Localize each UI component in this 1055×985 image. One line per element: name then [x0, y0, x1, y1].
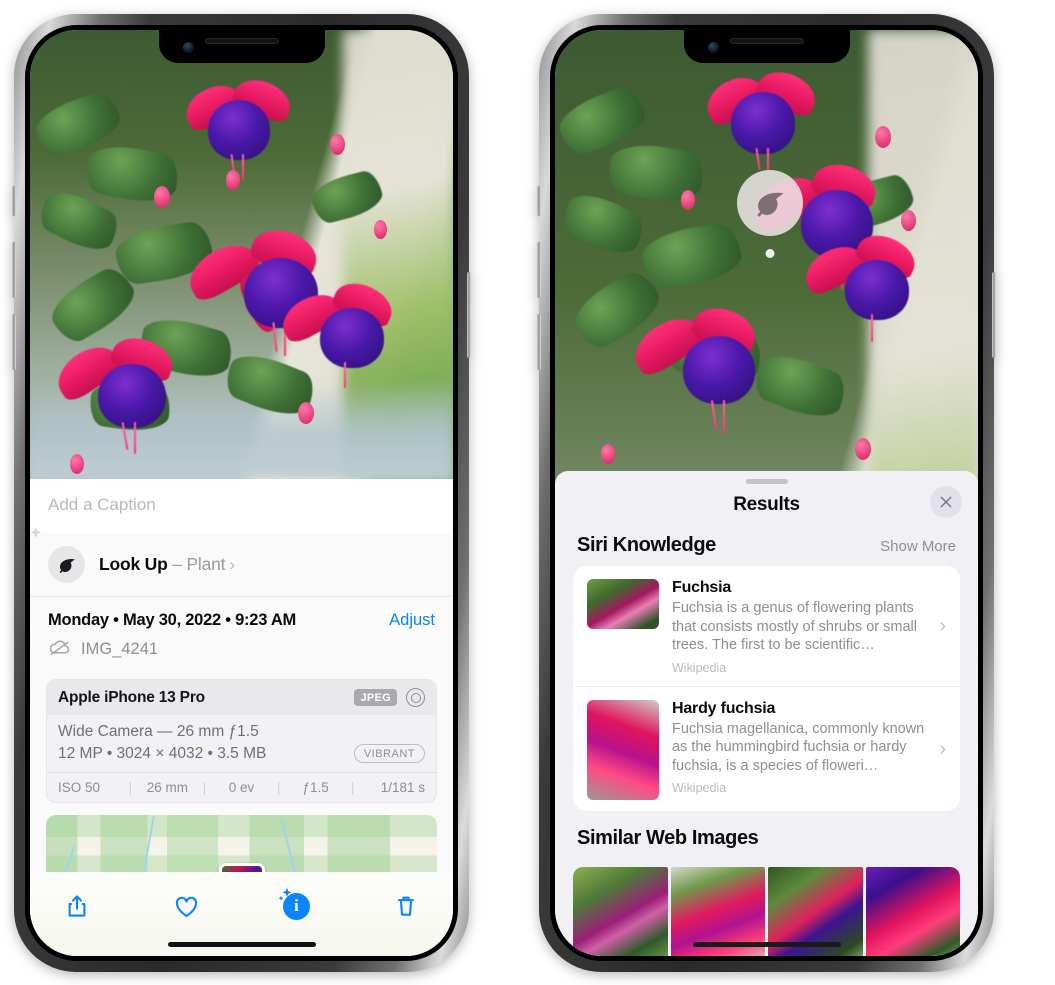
photographic-style-badge: VIBRANT — [353, 744, 425, 763]
front-camera — [182, 42, 194, 53]
iphone-left: Add a Caption Look Up – Plant › Monday •… — [12, 14, 471, 972]
knowledge-thumbnail — [587, 699, 659, 800]
phone-bezel-left: Add a Caption Look Up – Plant › Monday •… — [25, 25, 458, 961]
lens-icon — [406, 688, 425, 707]
caption-input[interactable]: Add a Caption — [30, 479, 453, 533]
exif-header: Apple iPhone 13 Pro JPEG — [47, 680, 436, 715]
knowledge-thumbnail — [587, 579, 659, 629]
web-image-1[interactable] — [573, 866, 668, 956]
exif-exposure: 0 ev — [228, 780, 255, 795]
volume-up-button[interactable] — [537, 242, 541, 298]
knowledge-title: Fuchsia — [672, 579, 732, 596]
look-up-label: Look Up – Plant › — [99, 554, 235, 575]
flower-3 — [625, 300, 781, 434]
earpiece-speaker — [204, 38, 279, 44]
flower-4 — [798, 227, 933, 342]
look-up-subject: Plant — [186, 554, 226, 574]
leaf-icon — [757, 192, 784, 217]
exif-shutter: 1/181 s — [380, 780, 426, 795]
earpiece-speaker — [729, 38, 804, 44]
exif-stats-row: ISO 50 | 26 mm | 0 ev | ƒ1.5 | 1/181 s — [47, 772, 436, 802]
chevron-right-icon: › — [939, 738, 946, 761]
siri-knowledge-card: Fuchsia Fuchsia is a genus of flowering … — [573, 566, 960, 811]
volume-down-button[interactable] — [12, 314, 16, 370]
delete-button[interactable] — [385, 886, 427, 926]
volume-up-button[interactable] — [12, 242, 16, 298]
favorite-button[interactable] — [166, 886, 208, 926]
phone-bezel-right: Results Siri Knowledge Show More Fuchsia… — [550, 25, 983, 961]
screen-right: Results Siri Knowledge Show More Fuchsia… — [555, 30, 978, 956]
results-header: Results — [555, 484, 978, 528]
volume-down-button[interactable] — [537, 314, 541, 370]
power-button[interactable] — [992, 272, 996, 358]
show-more-button[interactable]: Show More — [880, 538, 956, 555]
resolution-filesize: 12 MP • 3024 × 4032 • 3.5 MB — [58, 744, 267, 762]
adjust-button[interactable]: Adjust — [389, 611, 435, 630]
iphone-right: Results Siri Knowledge Show More Fuchsia… — [537, 14, 996, 972]
home-indicator[interactable] — [167, 942, 316, 947]
chevron-right-icon: › — [229, 555, 235, 574]
knowledge-source: Wikipedia — [672, 660, 727, 675]
photo-metadata: Monday • May 30, 2022 • 9:23 AM Adjust I… — [30, 597, 453, 669]
results-title: Results — [733, 494, 800, 515]
close-button[interactable] — [930, 486, 962, 518]
knowledge-source: Wikipedia — [672, 781, 727, 796]
flower-1 — [699, 64, 825, 174]
leaf-icon — [48, 546, 85, 583]
icloud-slash-icon — [48, 635, 71, 663]
notch-right — [683, 30, 850, 63]
results-sheet: Results Siri Knowledge Show More Fuchsia… — [555, 471, 978, 956]
web-image-4[interactable] — [865, 866, 960, 956]
sparkles-icon — [277, 887, 293, 903]
mute-switch[interactable] — [537, 186, 541, 216]
flower-1 — [179, 72, 298, 180]
knowledge-title: Hardy fuchsia — [672, 699, 776, 717]
lens-description: Wide Camera — 26 mm ƒ1.5 — [58, 723, 259, 740]
photo-filename: IMG_4241 — [81, 639, 159, 658]
chevron-right-icon: › — [939, 615, 946, 638]
look-up-title: Look Up — [99, 554, 168, 574]
screen-left: Add a Caption Look Up – Plant › Monday •… — [30, 30, 453, 956]
share-button[interactable] — [56, 886, 98, 926]
flower-4 — [275, 275, 410, 388]
similar-web-images-header: Similar Web Images — [555, 811, 978, 859]
photo-date: Monday • May 30, 2022 • 9:23 AM — [48, 611, 297, 629]
format-badge: JPEG — [354, 689, 397, 706]
siri-knowledge-title: Siri Knowledge — [577, 534, 716, 556]
look-up-row[interactable]: Look Up – Plant › — [30, 526, 453, 597]
siri-knowledge-header: Siri Knowledge Show More — [555, 528, 978, 566]
exif-focal: 26 mm — [146, 780, 189, 795]
power-button[interactable] — [467, 272, 471, 358]
exif-body: Wide Camera — 26 mm ƒ1.5 12 MP • 3024 × … — [47, 715, 436, 772]
screenshot-stage: Add a Caption Look Up – Plant › Monday •… — [0, 0, 1055, 985]
knowledge-description: Fuchsia is a genus of flowering plants t… — [672, 600, 917, 654]
notch-left — [158, 30, 325, 63]
camera-device-name: Apple iPhone 13 Pro — [58, 688, 205, 706]
flower-3 — [49, 330, 194, 454]
info-button[interactable]: i — [275, 886, 317, 926]
visual-lookup-badge[interactable] — [737, 170, 803, 236]
exif-card[interactable]: Apple iPhone 13 Pro JPEG Wide Camera — 2… — [46, 679, 437, 803]
home-indicator[interactable] — [692, 942, 841, 947]
knowledge-description: Fuchsia magellanica, commonly known as t… — [672, 720, 925, 774]
mute-switch[interactable] — [12, 186, 16, 216]
front-camera — [707, 42, 719, 53]
similar-web-images-title: Similar Web Images — [577, 826, 759, 849]
list-item[interactable]: Fuchsia Fuchsia is a genus of flowering … — [573, 566, 960, 686]
list-item[interactable]: Hardy fuchsia Fuchsia magellanica, commo… — [573, 685, 960, 811]
exif-iso: ISO 50 — [58, 780, 101, 795]
look-up-dash: – — [167, 554, 187, 574]
close-icon — [940, 496, 952, 508]
exif-aperture: ƒ1.5 — [302, 780, 329, 795]
photo-viewer-left[interactable] — [30, 30, 453, 479]
